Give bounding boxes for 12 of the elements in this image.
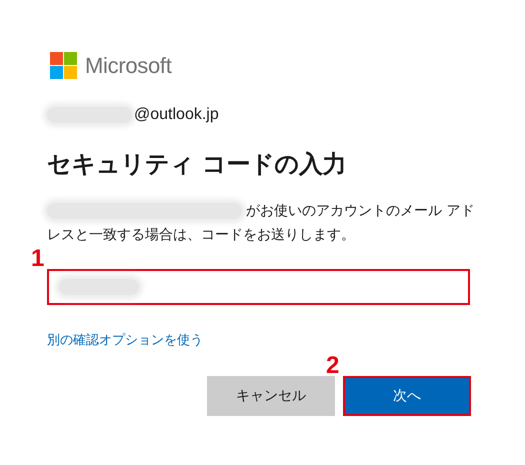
alternate-verification-link[interactable]: 別の確認オプションを使う xyxy=(47,331,203,349)
description-text: レスと一致する場合は、コードをお送りします。 xyxy=(47,226,355,245)
step-number: 2 xyxy=(326,354,340,378)
cancel-button[interactable]: キャンセル xyxy=(207,376,335,416)
logo-text: Microsoft xyxy=(85,52,172,78)
step-number: 1 xyxy=(31,247,44,271)
description-text: がお使いのアカウントのメール アド xyxy=(246,202,474,221)
next-button[interactable]: 次へ xyxy=(343,376,471,416)
windows-logo-icon xyxy=(50,52,77,79)
code-input-field[interactable] xyxy=(47,269,470,305)
account-email: @outlook.jp xyxy=(134,106,219,124)
page-title: セキュリティ コードの入力 xyxy=(47,149,347,180)
